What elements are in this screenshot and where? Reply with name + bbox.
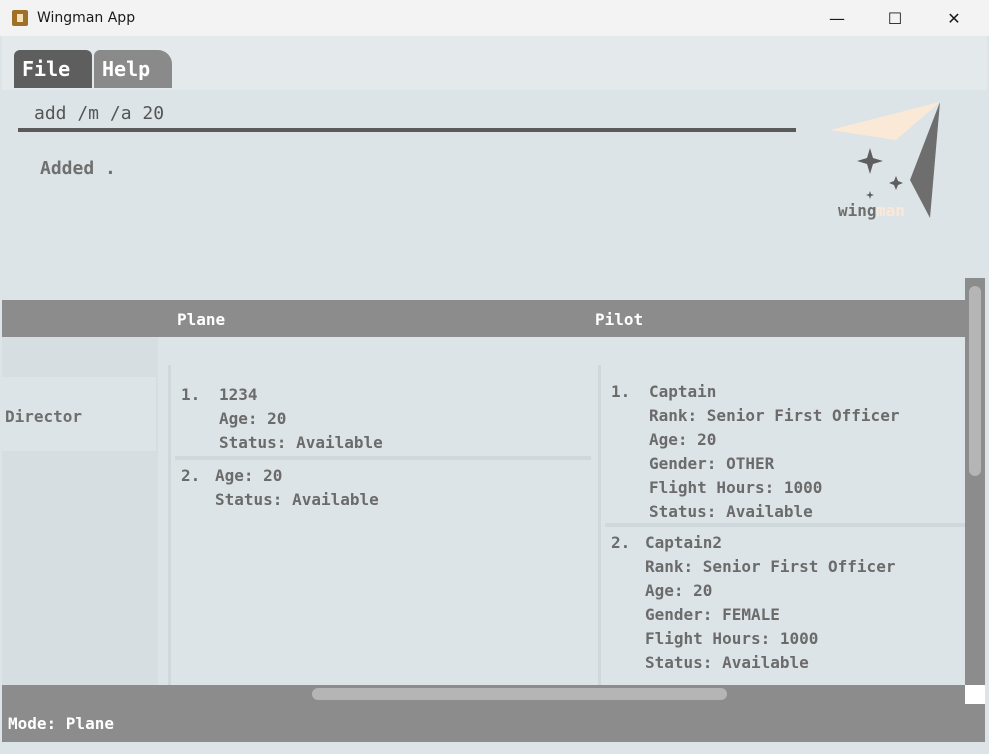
mode-indicator: Mode: Plane [8,714,114,733]
pilot-index: 1. [611,382,631,401]
plane-age: Age: 20 [215,466,283,485]
pilot-gender: Gender: FEMALE [645,605,780,624]
pilot-rank: Rank: Senior First Officer [645,557,896,576]
pilot-hours: Flight Hours: 1000 [649,478,823,497]
plane-index: 2. [181,466,201,485]
column-header-row: Plane Pilot [2,300,965,337]
logo-text-man: man [876,201,905,220]
app-icon [12,10,28,26]
command-input[interactable] [18,98,796,132]
sparkle-icon [889,176,903,190]
plane-status: Status: Available [215,490,379,509]
pilot-status: Status: Available [649,502,813,521]
sparkle-icon [866,191,874,199]
title-bar: Wingman App — ☐ ✕ [0,0,989,36]
vertical-scroll-thumb[interactable] [969,286,981,476]
plane-card[interactable]: 2. Age: 20 Status: Available [175,456,591,538]
plane-card[interactable]: 1. 1234 Age: 20 Status: Available [175,383,591,453]
header-pilot: Pilot [595,310,644,329]
logo-text-wing: wing [838,201,877,220]
pilot-rank: Rank: Senior First Officer [649,406,900,425]
header-plane: Plane [177,310,226,329]
pilot-index: 2. [611,533,631,552]
pilot-card[interactable]: 1. Captain Rank: Senior First Officer Ag… [605,380,965,522]
minimize-button[interactable]: — [808,0,866,36]
pilot-card[interactable]: 2. Captain2 Rank: Senior First Officer A… [605,523,965,677]
pilot-list: 1. Captain Rank: Senior First Officer Ag… [598,365,965,685]
plane-age: Age: 20 [219,409,287,428]
pilot-age: Age: 20 [645,581,713,600]
menu-bar: File Help [2,36,987,90]
menu-help[interactable]: Help [94,50,172,88]
pilot-gender: Gender: OTHER [649,454,775,473]
vertical-scrollbar[interactable] [965,278,985,685]
plane-list: 1. 1234 Age: 20 Status: Available 2. Age… [168,365,591,685]
window-title: Wingman App [37,10,136,26]
scrollbar-corner [965,685,985,704]
director-label: Director [5,407,83,426]
plane-status: Status: Available [219,433,383,452]
pilot-status: Status: Available [645,653,809,672]
status-bar: Mode: Plane [2,704,985,742]
director-column: Director [2,337,158,685]
pilot-age: Age: 20 [649,430,717,449]
horizontal-scrollbar[interactable] [2,685,965,704]
close-button[interactable]: ✕ [925,0,983,36]
sparkle-icon [857,148,883,174]
command-area: Added . wing man [2,90,987,278]
horizontal-scroll-thumb[interactable] [312,688,727,700]
maximize-button[interactable]: ☐ [866,0,924,36]
pilot-hours: Flight Hours: 1000 [645,629,819,648]
result-display: Added . [40,158,116,179]
app-window: Wingman App — ☐ ✕ File Help Added . wing… [0,0,989,754]
pilot-name: Captain2 [645,533,723,552]
wingman-logo: wing man [830,102,940,220]
plane-index: 1. [181,385,201,404]
plane-name: 1234 [219,385,258,404]
content-panel: Director 1. 1234 Age: 20 Status: Availab… [2,337,965,685]
menu-file[interactable]: File [14,50,92,88]
pilot-name: Captain [649,382,717,401]
